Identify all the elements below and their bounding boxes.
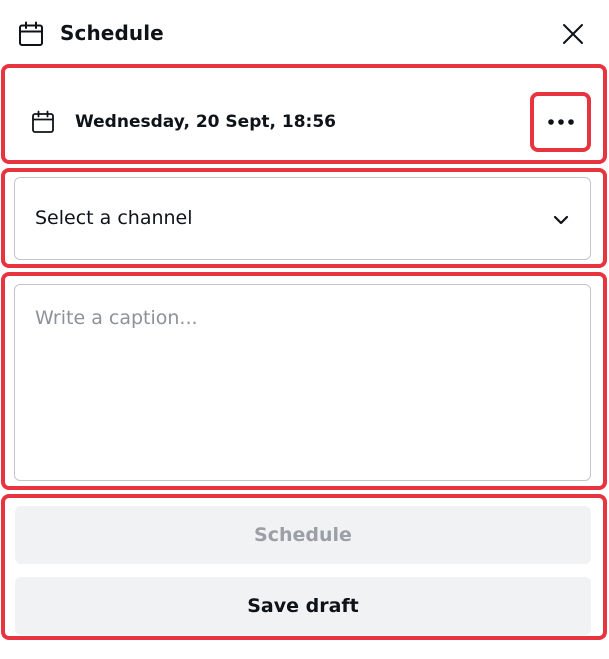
highlight-channel-section (1, 168, 607, 268)
close-icon[interactable] (560, 21, 586, 47)
calendar-icon (19, 21, 43, 46)
highlight-date-section (1, 64, 607, 164)
highlight-actions-section (1, 494, 607, 640)
highlight-more-button (530, 92, 591, 152)
highlight-caption-section (1, 272, 607, 490)
panel-header: Schedule (0, 0, 609, 64)
panel-title: Schedule (60, 21, 164, 45)
